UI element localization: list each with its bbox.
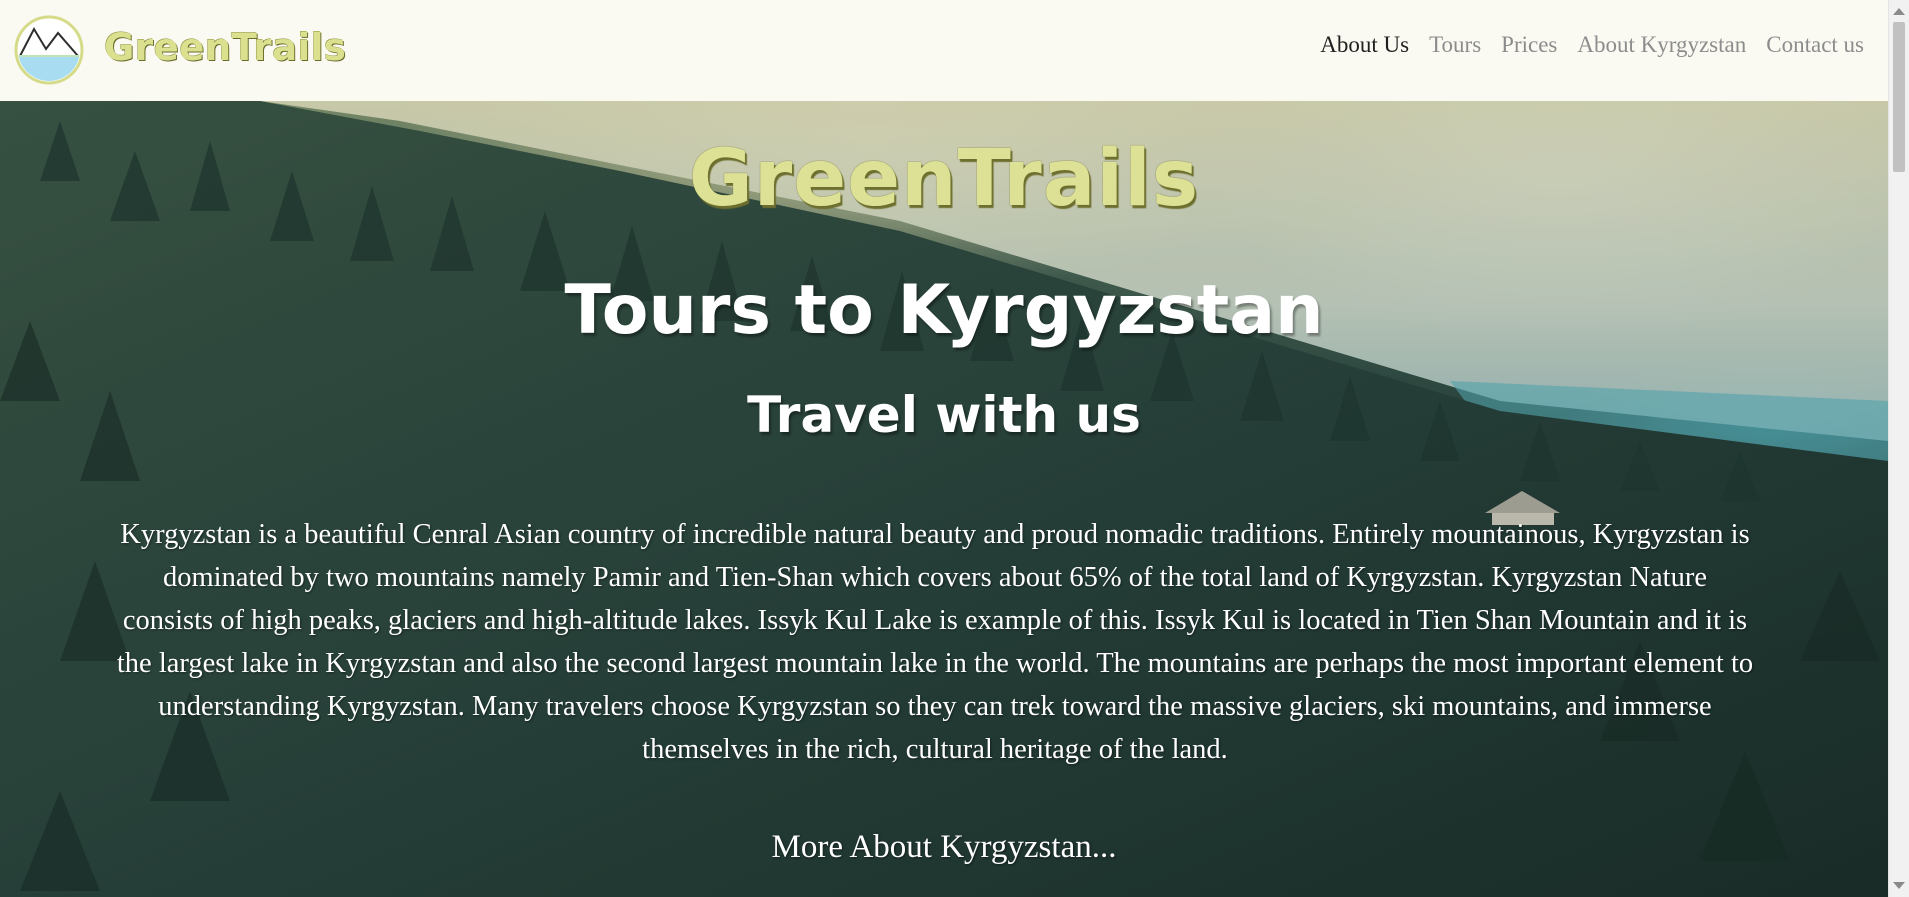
scroll-down-arrow-icon[interactable] bbox=[1893, 882, 1905, 889]
mountain-lake-logo-icon[interactable] bbox=[14, 15, 84, 85]
hero-title: Tours to Kyrgyzstan bbox=[564, 271, 1324, 350]
site-header: GreenTrails About Us Tours Prices About … bbox=[0, 0, 1888, 101]
hero-section: GreenTrails Tours to Kyrgyzstan Travel w… bbox=[0, 101, 1888, 897]
nav-contact-us[interactable]: Contact us bbox=[1766, 32, 1864, 58]
more-about-kyrgyzstan-link[interactable]: More About Kyrgyzstan... bbox=[0, 829, 1888, 866]
hero-paragraph: Kyrgyzstan is a beautiful Cenral Asian c… bbox=[116, 519, 1754, 765]
vertical-scrollbar[interactable] bbox=[1888, 0, 1909, 897]
hero-brand-heading: GreenTrails bbox=[688, 134, 1200, 224]
nav-about-us[interactable]: About Us bbox=[1320, 32, 1409, 58]
nav-about-kyrgyzstan[interactable]: About Kyrgyzstan bbox=[1577, 32, 1746, 58]
site-brand[interactable]: GreenTrails bbox=[104, 26, 346, 69]
scrollbar-thumb[interactable] bbox=[1893, 22, 1905, 172]
nav-tours[interactable]: Tours bbox=[1429, 32, 1481, 58]
nav-prices[interactable]: Prices bbox=[1501, 32, 1557, 58]
main-nav: About Us Tours Prices About Kyrgyzstan C… bbox=[1320, 32, 1864, 58]
scroll-up-arrow-icon[interactable] bbox=[1893, 8, 1905, 15]
hero-subtitle: Travel with us bbox=[747, 386, 1141, 444]
